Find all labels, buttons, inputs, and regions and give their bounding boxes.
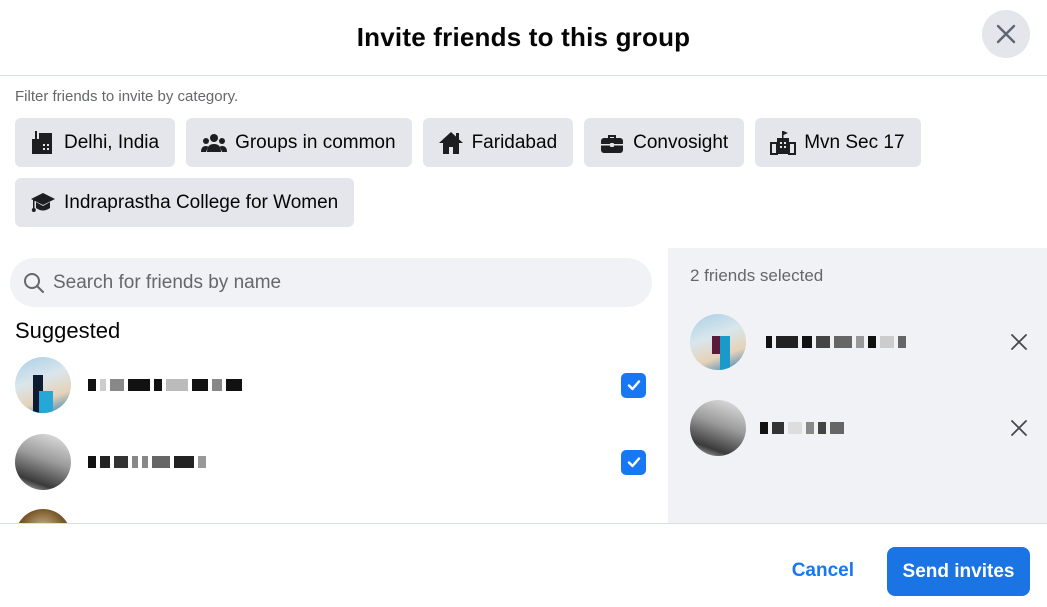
- avatar: [15, 509, 71, 523]
- chip-label: Mvn Sec 17: [804, 131, 905, 153]
- close-icon: [1011, 420, 1027, 436]
- chip-indraprastha-college[interactable]: Indraprastha College for Women: [15, 178, 355, 227]
- close-icon: [1011, 334, 1027, 350]
- city-icon: [30, 130, 56, 156]
- checkmark-icon: [627, 380, 640, 391]
- chip-label: Delhi, India: [64, 131, 160, 153]
- close-button[interactable]: [982, 10, 1030, 58]
- close-icon: [996, 24, 1016, 44]
- selected-count: 2 friends selected: [690, 266, 824, 285]
- search-icon: [24, 272, 44, 293]
- filter-label: Filter friends to invite by category.: [15, 88, 239, 105]
- avatar: [15, 357, 71, 413]
- dialog-footer: Cancel Send invites: [0, 523, 1047, 607]
- category-filter-chips: Delhi, India Groups in common Faridabad …: [15, 118, 1015, 227]
- search-input[interactable]: [53, 271, 633, 294]
- friend-name-redacted: [88, 452, 206, 472]
- friend-checkbox-checked[interactable]: [621, 372, 646, 398]
- suggested-friend-row[interactable]: [0, 426, 668, 498]
- chip-mvn-sec-17[interactable]: Mvn Sec 17: [755, 118, 921, 167]
- avatar: [690, 400, 746, 456]
- dialog-header: Invite friends to this group: [0, 0, 1047, 76]
- checkmark-icon: [627, 457, 640, 468]
- chip-delhi-india[interactable]: Delhi, India: [15, 118, 176, 167]
- friend-name-redacted: [760, 418, 844, 438]
- chip-label: Groups in common: [235, 131, 396, 153]
- remove-friend-button[interactable]: [1007, 416, 1031, 440]
- selected-friend-row: [668, 310, 1047, 374]
- friend-name-redacted: [88, 375, 242, 395]
- selected-friend-row: [668, 396, 1047, 460]
- graduation-cap-icon: [30, 190, 56, 216]
- chip-label: Convosight: [633, 131, 729, 153]
- avatar: [15, 434, 71, 490]
- cancel-button[interactable]: Cancel: [776, 547, 870, 595]
- friend-checkbox-checked[interactable]: [621, 449, 646, 475]
- chip-label: Indraprastha College for Women: [64, 191, 339, 213]
- people-group-icon: [201, 130, 228, 156]
- avatar: [690, 314, 746, 370]
- selected-friends-panel: 2 friends selected: [668, 248, 1047, 523]
- suggested-friend-row[interactable]: [0, 349, 668, 421]
- briefcase-icon: [599, 130, 625, 156]
- chip-groups-in-common[interactable]: Groups in common: [186, 118, 412, 167]
- chip-convosight[interactable]: Convosight: [584, 118, 745, 167]
- friend-name-redacted: [766, 332, 906, 352]
- dialog-title: Invite friends to this group: [356, 22, 691, 52]
- chip-faridabad[interactable]: Faridabad: [422, 118, 574, 167]
- chip-label: Faridabad: [471, 131, 558, 153]
- home-icon: [438, 130, 464, 156]
- suggested-heading: Suggested: [15, 318, 121, 343]
- suggested-friend-row[interactable]: [0, 501, 668, 523]
- friend-search[interactable]: [10, 258, 652, 307]
- send-invites-button[interactable]: Send invites: [887, 547, 1030, 596]
- friend-picker: Suggested: [0, 248, 668, 523]
- remove-friend-button[interactable]: [1007, 330, 1031, 354]
- school-icon: [770, 130, 797, 156]
